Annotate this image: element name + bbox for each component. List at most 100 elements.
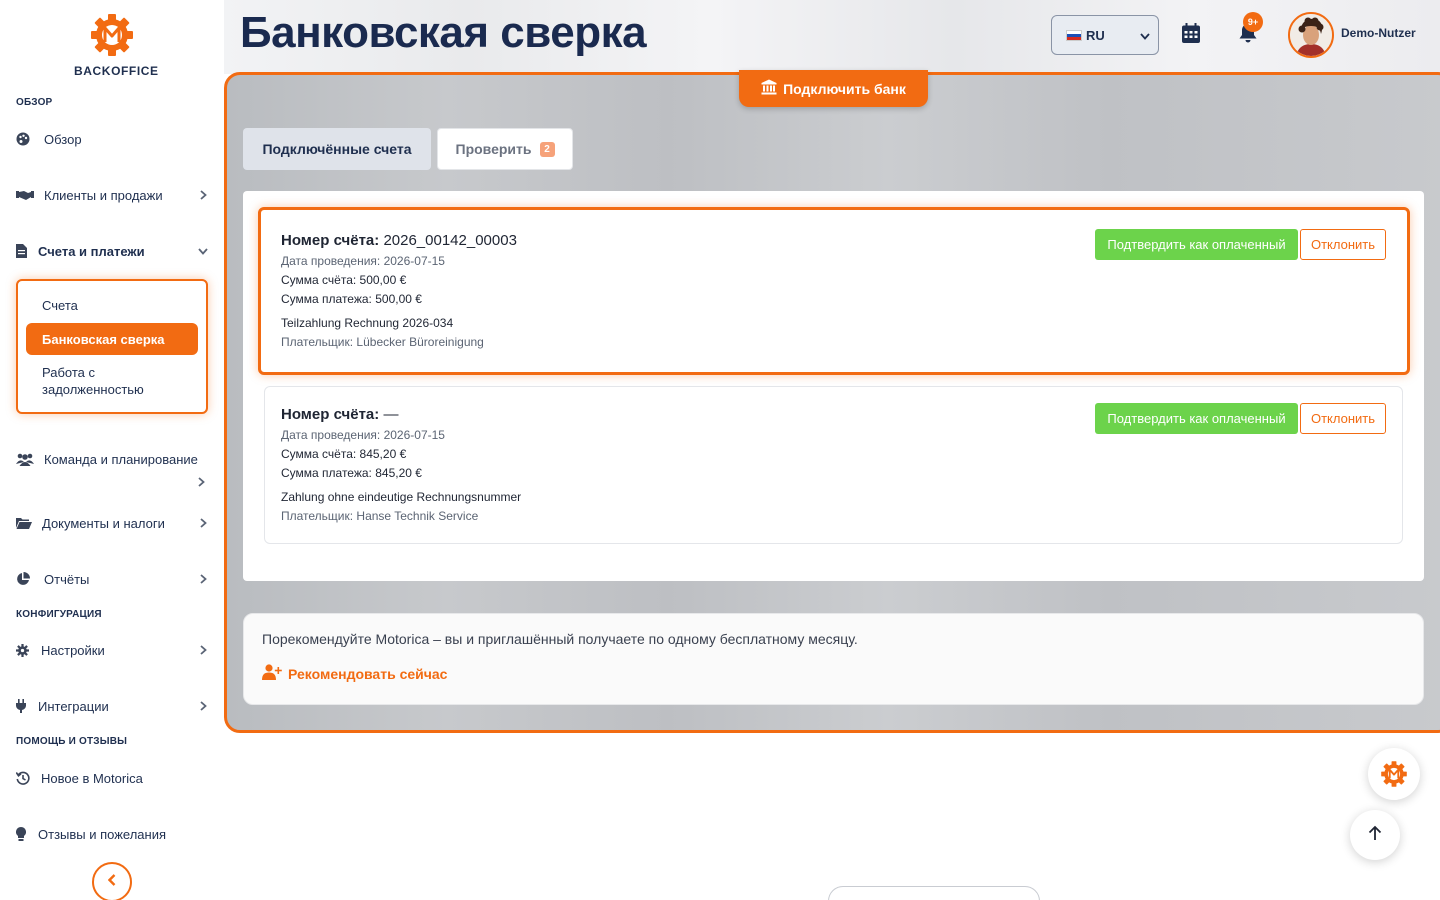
chevron-down-icon (198, 246, 208, 256)
sidebar-item-label: Команда и планирование (44, 451, 198, 467)
referral-panel (243, 613, 1424, 705)
reject-button[interactable]: Отклонить (1300, 229, 1386, 260)
folder-open-icon (16, 515, 36, 531)
sidebar-item-integrations[interactable]: Интеграции (16, 695, 212, 717)
notification-badge: 9+ (1243, 12, 1263, 32)
sidebar-item-team[interactable]: Команда и планирование (16, 448, 212, 470)
brand-logo[interactable]: BACKOFFICE (74, 12, 159, 78)
page-title: Банковская сверка (240, 8, 647, 57)
chevron-left-icon (107, 873, 116, 891)
calendar-button[interactable] (1180, 22, 1202, 48)
payer-name: Плательщик: Lübecker Büroreinigung (281, 335, 484, 349)
sidebar-item-label: Обзор (44, 131, 82, 147)
tab-review[interactable]: Проверить 2 (437, 128, 573, 170)
sidebar-item-label: Настройки (41, 642, 105, 658)
gear-logo-icon (91, 14, 133, 56)
section-label-help: ПОМОЩЬ И ОТЗЫВЫ (16, 736, 128, 747)
sidebar-item-label: Отчёты (44, 571, 90, 587)
invoice-number-value: — (383, 406, 399, 423)
calendar-icon (1182, 22, 1200, 48)
chevron-down-icon (1140, 28, 1150, 43)
sidebar-collapse-button[interactable] (92, 862, 132, 900)
sidebar-item-clients[interactable]: Клиенты и продажи (16, 184, 212, 206)
payment-reference: Teilzahlung Rechnung 2026-034 (281, 316, 454, 330)
history-icon (16, 770, 35, 786)
reject-button[interactable]: Отклонить (1300, 403, 1386, 434)
user-name[interactable]: Demo-Nutzer (1341, 26, 1416, 40)
chevron-right-icon (198, 190, 208, 200)
submenu-item-debt-management[interactable]: Работа с задолженностью (42, 364, 144, 398)
bottom-element (828, 886, 1040, 900)
invoice-amount: Сумма счёта: 500,00 € (281, 273, 407, 287)
connect-bank-label: Подключить банк (783, 80, 906, 97)
users-icon (16, 451, 38, 467)
sidebar-item-invoices[interactable]: Счета и платежи (16, 240, 212, 262)
sidebar-item-label: Клиенты и продажи (44, 187, 163, 203)
payment-amount: Сумма платежа: 845,20 € (281, 466, 422, 480)
plug-icon (16, 698, 32, 714)
referral-link[interactable]: Рекомендовать сейчас (262, 664, 447, 683)
payment-amount: Сумма платежа: 500,00 € (281, 292, 422, 306)
booking-date: Дата проведения: 2026-07-15 (281, 254, 445, 268)
gear-logo-icon (1381, 761, 1407, 787)
tab-label: Проверить (455, 141, 532, 157)
tab-label: Подключённые счета (262, 141, 412, 157)
language-select[interactable]: RU (1051, 15, 1159, 55)
invoice-number-line: Номер счёта: — (281, 406, 398, 423)
brand-name: BACKOFFICE (74, 64, 159, 78)
avatar[interactable] (1288, 12, 1334, 58)
connect-bank-button[interactable]: Подключить банк (739, 70, 928, 107)
submenu-item-debt-line1: Работа с (42, 365, 96, 380)
assistant-button[interactable] (1368, 748, 1420, 800)
chevron-right-icon (198, 574, 208, 584)
sidebar-item-news[interactable]: Новое в Motorica (16, 767, 212, 789)
invoice-number-label: Номер счёта: (281, 232, 380, 249)
russia-flag-icon (1066, 29, 1082, 41)
pie-chart-icon (16, 571, 38, 587)
submenu-item-invoices[interactable]: Счета (42, 298, 78, 313)
review-count-badge: 2 (539, 141, 555, 157)
user-portrait-icon (1290, 14, 1332, 56)
tab-connected-accounts[interactable]: Подключённые счета (243, 128, 431, 170)
section-label-overview: ОБЗОР (16, 97, 53, 108)
sidebar: BACKOFFICE ОБЗОР Обзор Клиенты и продажи… (0, 0, 224, 900)
sidebar-item-feedback[interactable]: Отзывы и пожелания (16, 823, 212, 845)
payment-reference: Zahlung ohne eindeutige Rechnungsnummer (281, 490, 522, 504)
sidebar-item-reports[interactable]: Отчёты (16, 568, 212, 590)
scroll-to-top-button[interactable] (1350, 810, 1400, 860)
sidebar-item-label: Интеграции (38, 698, 109, 714)
sidebar-item-label: Отзывы и пожелания (38, 826, 167, 842)
sidebar-item-documents[interactable]: Документы и налоги (16, 512, 212, 534)
lightbulb-icon (16, 826, 32, 842)
submenu-item-debt-line2: задолженностью (42, 382, 144, 397)
palette-icon (16, 131, 38, 147)
gear-icon (16, 642, 35, 658)
payer-name: Плательщик: Hanse Technik Service (281, 509, 479, 523)
handshake-icon (16, 187, 38, 203)
referral-link-label: Рекомендовать сейчас (288, 665, 448, 682)
sidebar-item-overview[interactable]: Обзор (16, 128, 212, 150)
language-value: RU (1086, 27, 1105, 43)
referral-text: Порекомендуйте Motorica – вы и приглашён… (262, 631, 858, 647)
invoice-amount: Сумма счёта: 845,20 € (281, 447, 407, 461)
invoice-number-value: 2026_00142_00003 (383, 232, 517, 249)
arrow-up-icon (1368, 825, 1382, 846)
invoice-number-line: Номер счёта: 2026_00142_00003 (281, 232, 517, 249)
confirm-paid-button[interactable]: Подтвердить как оплаченный (1095, 403, 1298, 434)
invoices-submenu: Счета Банковская сверка Работа с задолже… (16, 279, 208, 414)
chevron-right-icon (196, 477, 206, 487)
section-label-config: КОНФИГУРАЦИЯ (16, 609, 102, 620)
chevron-right-icon (198, 645, 208, 655)
booking-date: Дата проведения: 2026-07-15 (281, 428, 445, 442)
submenu-item-bank-reconciliation[interactable]: Банковская сверка (26, 323, 198, 355)
sidebar-item-label: Документы и налоги (42, 515, 165, 531)
sidebar-item-settings[interactable]: Настройки (16, 639, 212, 661)
bank-icon (761, 79, 777, 98)
sidebar-item-label: Счета и платежи (38, 243, 145, 259)
sidebar-item-label: Новое в Motorica (41, 770, 143, 786)
user-plus-icon (262, 664, 282, 683)
invoice-icon (16, 243, 32, 259)
confirm-paid-button[interactable]: Подтвердить как оплаченный (1095, 229, 1298, 260)
chevron-right-icon (198, 518, 208, 528)
invoice-number-label: Номер счёта: (281, 406, 380, 423)
